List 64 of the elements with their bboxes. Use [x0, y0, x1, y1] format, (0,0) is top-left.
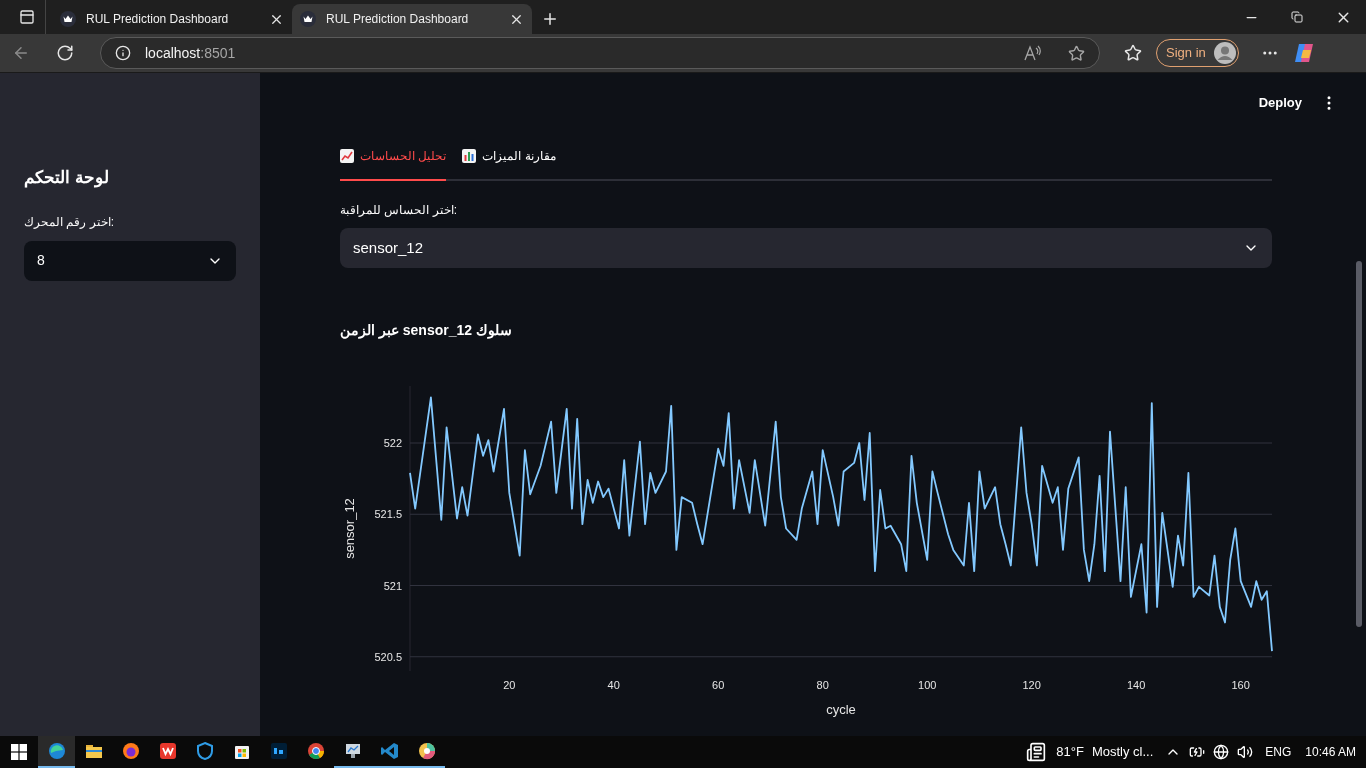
y-tick-label: 521.5 [374, 508, 402, 521]
reload-icon[interactable] [56, 44, 74, 62]
browser-tab[interactable]: RUL Prediction Dashboard [52, 4, 292, 34]
tab[interactable]: تحليل الحساسات [340, 147, 447, 181]
chart-title: سلوك sensor_12 عبر الزمن [340, 321, 512, 341]
tab-title: RUL Prediction Dashboard [86, 11, 230, 28]
tab-title: RUL Prediction Dashboard [326, 11, 470, 28]
restore-icon[interactable] [1291, 11, 1303, 23]
address-field[interactable]: localhost:8501 [100, 37, 1100, 69]
x-tick-label: 80 [816, 679, 829, 691]
avatar-icon [1213, 42, 1236, 64]
new-tab-icon[interactable] [541, 10, 559, 28]
code-editor-icon [379, 741, 400, 761]
x-tick-label: 40 [607, 679, 620, 691]
battery-icon[interactable] [1189, 744, 1206, 760]
x-tick-label: 60 [712, 679, 725, 691]
y-tick-label: 521 [383, 579, 402, 592]
weather-condition[interactable]: Mostly cl... [1091, 742, 1154, 762]
firefox-icon [120, 741, 141, 761]
language-indicator[interactable]: ENG [1265, 743, 1292, 761]
photoshop-icon [268, 741, 289, 761]
sidebar-title: لوحة التحكم [24, 167, 110, 190]
url-port: :8501 [200, 44, 236, 61]
tab-actions-icon[interactable] [18, 9, 35, 25]
volume-icon[interactable] [1237, 744, 1254, 760]
x-tick-label: 160 [1231, 679, 1250, 691]
crown-icon [60, 11, 76, 27]
x-axis-title: cycle [826, 702, 856, 717]
bar-chart-icon [462, 149, 477, 163]
y-tick-label: 522 [383, 437, 402, 449]
chrome-icon [305, 741, 326, 761]
copilot-icon[interactable] [1292, 42, 1315, 64]
read-aloud-icon[interactable] [1024, 45, 1042, 61]
engine-select[interactable]: 8 [24, 240, 236, 281]
engine-select-label: اختر رقم المحرك: [24, 213, 115, 231]
windows-start-icon[interactable] [11, 744, 27, 760]
favorite-icon[interactable] [1068, 44, 1085, 62]
sensor-select[interactable]: sensor_12 [340, 228, 1272, 268]
y-axis-title: sensor_12 [342, 498, 357, 559]
scrollbar[interactable] [1356, 261, 1362, 627]
browser-tab[interactable]: RUL Prediction Dashboard [292, 4, 532, 34]
x-tick-label: 20 [503, 679, 516, 691]
favorites-icon[interactable] [1124, 44, 1142, 62]
weather-temperature[interactable]: 81°F [1056, 742, 1084, 762]
wps-icon [157, 741, 178, 761]
crown-icon [300, 11, 316, 27]
info-icon[interactable] [115, 45, 131, 61]
sensor-select-label: اختر الحساس للمراقبة: [340, 202, 458, 219]
back-icon[interactable] [12, 44, 30, 62]
y-tick-label: 520.5 [374, 650, 402, 663]
url-host: localhost [145, 44, 201, 61]
x-tick-label: 100 [918, 679, 937, 691]
tab[interactable]: مقارنة الميزات [462, 147, 556, 181]
x-tick-label: 120 [1022, 679, 1041, 691]
app-icon [416, 741, 437, 761]
clock[interactable]: 10:46 AM [1305, 743, 1356, 761]
shield-icon [194, 741, 215, 761]
news-icon[interactable] [1026, 742, 1047, 762]
browser-icon [46, 741, 67, 761]
deploy-button[interactable]: Deploy [1258, 93, 1302, 113]
x-tick-label: 140 [1127, 679, 1146, 691]
network-icon[interactable] [1213, 744, 1230, 760]
chart-icon [340, 149, 354, 163]
taskbar-button[interactable] [38, 736, 75, 768]
